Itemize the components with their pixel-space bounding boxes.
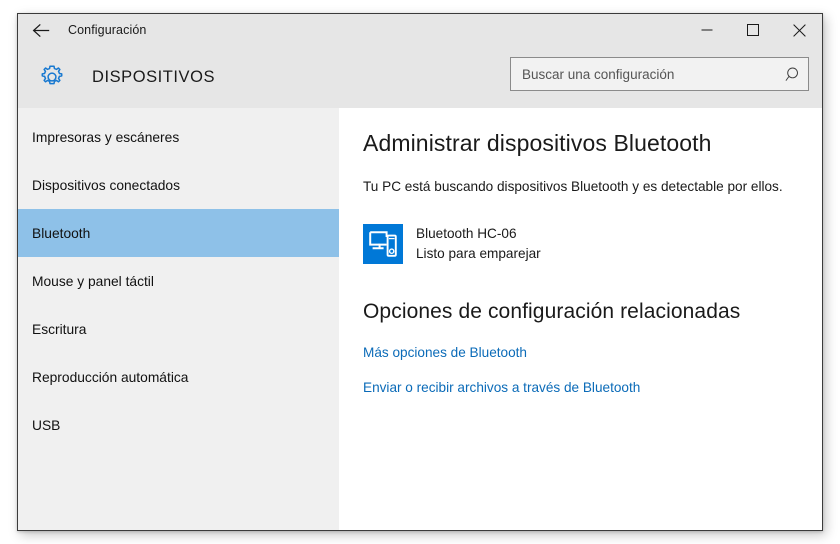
minimize-icon — [701, 24, 713, 36]
minimize-button[interactable] — [684, 14, 730, 46]
app-title: DISPOSITIVOS — [92, 67, 216, 86]
sidebar-item-autoplay[interactable]: Reproducción automática — [18, 353, 339, 401]
related-settings-title: Opciones de configuración relacionadas — [363, 299, 741, 323]
sidebar-item-mouse-touchpad[interactable]: Mouse y panel táctil — [18, 257, 339, 305]
sidebar-item-usb[interactable]: USB — [18, 401, 339, 449]
search-icon[interactable] — [778, 58, 808, 90]
page-title: Administrar dispositivos Bluetooth — [363, 130, 712, 156]
main-content: Administrar dispositivos Bluetooth Tu PC… — [339, 108, 822, 530]
device-status: Listo para emparejar — [416, 245, 541, 261]
page-description: Tu PC está buscando dispositivos Bluetoo… — [363, 178, 783, 194]
link-send-receive-files-bluetooth[interactable]: Enviar o recibir archivos a través de Bl… — [363, 380, 794, 395]
window-controls — [684, 14, 822, 46]
sidebar-item-connected-devices[interactable]: Dispositivos conectados — [18, 161, 339, 209]
bluetooth-device-icon — [363, 223, 403, 264]
screen: Configuración DISPOSITIVOS Buscar una co… — [0, 0, 840, 544]
maximize-button[interactable] — [730, 14, 776, 46]
sidebar-item-label: USB — [32, 417, 61, 433]
link-more-bluetooth-options[interactable]: Más opciones de Bluetooth — [363, 345, 794, 360]
sidebar-item-label: Bluetooth — [32, 225, 91, 241]
app-header: DISPOSITIVOS — [18, 46, 822, 108]
sidebar-item-label: Impresoras y escáneres — [32, 129, 180, 145]
sidebar-item-bluetooth[interactable]: Bluetooth — [18, 209, 339, 257]
search-input[interactable] — [511, 58, 778, 90]
back-arrow-icon — [32, 23, 51, 38]
sidebar-item-printers[interactable]: Impresoras y escáneres — [18, 113, 339, 161]
device-list: Bluetooth HC-06 Listo para emparejar — [363, 223, 794, 264]
back-button[interactable] — [18, 14, 64, 46]
device-name: Bluetooth HC-06 — [416, 226, 517, 242]
maximize-icon — [747, 24, 759, 36]
sidebar: Impresoras y escáneres Dispositivos cone… — [18, 108, 339, 530]
sidebar-item-typing[interactable]: Escritura — [18, 305, 339, 353]
close-icon — [792, 23, 806, 37]
search-box[interactable] — [510, 57, 809, 91]
device-list-item[interactable]: Bluetooth HC-06 Listo para emparejar — [363, 223, 794, 264]
gear-icon — [38, 63, 66, 91]
close-button[interactable] — [776, 14, 822, 46]
sidebar-item-label: Dispositivos conectados — [32, 177, 181, 193]
settings-window: Configuración DISPOSITIVOS Buscar una co… — [17, 13, 823, 531]
sidebar-item-label: Mouse y panel táctil — [32, 273, 154, 289]
device-text: Bluetooth HC-06 Listo para emparejar — [416, 224, 541, 263]
sidebar-item-label: Reproducción automática — [32, 369, 189, 385]
window-title: Configuración — [68, 23, 147, 37]
sidebar-item-label: Escritura — [32, 321, 87, 337]
body-area: Impresoras y escáneres Dispositivos cone… — [18, 108, 822, 530]
title-bar: Configuración — [18, 14, 822, 46]
